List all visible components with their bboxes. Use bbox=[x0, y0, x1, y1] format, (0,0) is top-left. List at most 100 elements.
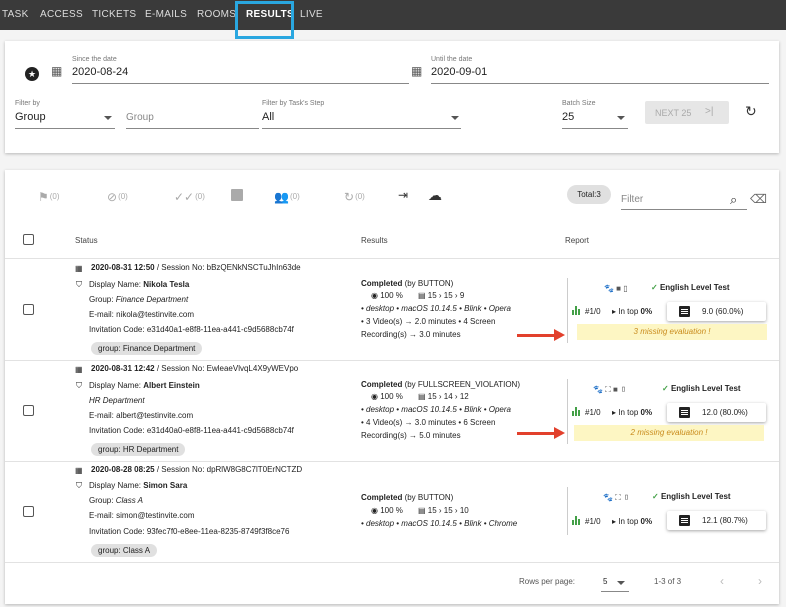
score-button[interactable]: 12.1 (80.7%) bbox=[667, 511, 766, 530]
refresh-icon[interactable]: ↻ bbox=[745, 104, 757, 118]
score-button[interactable]: 9.0 (60.0%) bbox=[667, 302, 766, 321]
flag-filter-button[interactable]: ⚑(0) bbox=[38, 190, 60, 204]
batch-size-select[interactable]: 25 bbox=[562, 111, 574, 123]
completion-status: Completed bbox=[361, 493, 403, 502]
browser-name: Opera bbox=[488, 405, 511, 414]
steps-total: 15 bbox=[427, 506, 437, 515]
chevron-down-icon[interactable] bbox=[617, 581, 625, 585]
row-checkbox[interactable] bbox=[23, 304, 34, 315]
select-all-checkbox[interactable] bbox=[23, 234, 34, 245]
since-date-label: Since the date bbox=[72, 56, 117, 63]
step-filter-underline bbox=[262, 128, 461, 129]
rows-per-page-select[interactable]: 5 bbox=[603, 577, 607, 586]
active-tab-highlight bbox=[235, 1, 294, 39]
pagination-range: 1-3 of 3 bbox=[654, 577, 682, 586]
filter-by-select[interactable]: Group bbox=[15, 111, 46, 123]
proctoring-icons: 🐾 ■ ▯ bbox=[604, 284, 628, 293]
session-number: / Session No: dpRlW8G8C7lT0ErNCTZD bbox=[154, 465, 303, 474]
filter-card bbox=[5, 41, 779, 153]
chevron-left-icon[interactable]: ‹ bbox=[720, 574, 724, 588]
blocked-count: (0) bbox=[118, 192, 128, 202]
group-chip[interactable]: group: HR Department bbox=[91, 443, 186, 456]
session-datetime: 2020-08-31 12:42 bbox=[91, 364, 155, 373]
step-filter-select[interactable]: All bbox=[262, 111, 274, 123]
tab-task[interactable]: TASK bbox=[2, 9, 29, 20]
display-name-label: Display Name: bbox=[89, 280, 144, 289]
skip-next-icon: >| bbox=[705, 106, 714, 117]
search-icon[interactable]: ⌕ bbox=[730, 193, 737, 206]
recording-info: Recording(s) → 3.0 minutes bbox=[361, 330, 461, 339]
completion-percent: 100 % bbox=[380, 506, 403, 515]
browser-engine: • Blink • bbox=[456, 304, 489, 313]
group-input[interactable]: Group bbox=[126, 112, 154, 123]
evaluated-count: (0) bbox=[195, 192, 205, 202]
group-count: (0) bbox=[289, 192, 300, 202]
download-button[interactable]: ☁ bbox=[428, 187, 443, 204]
completion-percent: 100 % bbox=[380, 392, 403, 401]
calendar-icon[interactable]: ▦ bbox=[51, 65, 62, 77]
evaluated-filter-button[interactable]: ✓✓(0) bbox=[174, 190, 205, 204]
in-top-label: In top bbox=[618, 408, 641, 417]
in-top-value: 0% bbox=[640, 408, 653, 417]
device-type: • desktop • bbox=[361, 405, 402, 414]
next-batch-button[interactable]: NEXT 25 >| bbox=[645, 101, 729, 124]
display-name-label: Display Name: bbox=[89, 481, 144, 490]
score-sheet-icon bbox=[679, 515, 690, 526]
score-sheet-icon bbox=[679, 407, 690, 418]
tab-rooms[interactable]: ROOMS bbox=[197, 9, 236, 20]
score-sheet-icon bbox=[679, 306, 690, 317]
row-checkbox[interactable] bbox=[23, 506, 34, 517]
group-filter-button[interactable]: 👥(0) bbox=[274, 190, 300, 204]
group-chip[interactable]: group: Finance Department bbox=[91, 342, 203, 355]
steps-seen: 15 bbox=[443, 506, 453, 515]
score-value: 12.1 (80.7%) bbox=[702, 516, 748, 525]
report-divider bbox=[567, 278, 568, 343]
table-filter-underline bbox=[621, 209, 747, 210]
score-button[interactable]: 12.0 (80.0%) bbox=[667, 403, 766, 422]
browser-name: Opera bbox=[488, 304, 511, 313]
group-label: Group: bbox=[89, 496, 116, 505]
device-type: • desktop • bbox=[361, 519, 402, 528]
blocked-filter-button[interactable]: ⊘(0) bbox=[107, 190, 128, 204]
until-date-input[interactable]: 2020-09-01 bbox=[431, 66, 487, 78]
row-checkbox[interactable] bbox=[23, 405, 34, 416]
export-button[interactable]: ⇥ bbox=[398, 188, 409, 202]
retry-filter-button[interactable]: ↻(0) bbox=[344, 190, 365, 204]
eraser-icon[interactable]: ⌫ bbox=[750, 193, 767, 205]
until-date-label: Until the date bbox=[431, 56, 473, 63]
completion-reason: (by BUTTON) bbox=[402, 279, 454, 288]
tab-emails[interactable]: E-MAILS bbox=[145, 9, 187, 20]
group-chip[interactable]: group: Class A bbox=[91, 544, 158, 557]
verified-shield-icon: ⛉ bbox=[76, 381, 82, 390]
eye-icon: ◉ bbox=[371, 506, 381, 515]
chevron-right-icon[interactable]: › bbox=[758, 574, 762, 588]
favorite-star-icon[interactable]: ★ bbox=[25, 67, 39, 81]
since-date-input[interactable]: 2020-08-24 bbox=[72, 66, 128, 78]
calendar-icon: ▦ bbox=[75, 264, 83, 273]
rows-per-page-label: Rows per page: bbox=[519, 577, 576, 586]
group-name: Class A bbox=[115, 496, 143, 505]
video-info: • 3 Video(s) → 2.0 minutes • 4 Screen bbox=[361, 317, 496, 326]
table-filter-input[interactable]: Filter bbox=[621, 194, 643, 205]
chevron-down-icon[interactable] bbox=[104, 116, 112, 120]
group-underline bbox=[126, 128, 259, 129]
tab-live[interactable]: LIVE bbox=[300, 9, 323, 20]
double-check-icon: ✓✓ bbox=[174, 190, 195, 204]
filter-by-underline bbox=[15, 128, 115, 129]
rank: #1/0 bbox=[585, 408, 601, 417]
browser-name: Chrome bbox=[488, 519, 518, 528]
tab-tickets[interactable]: TICKETS bbox=[92, 9, 136, 20]
check-icon: ✓ bbox=[662, 384, 671, 393]
top-tab-bar: TASK ACCESS TICKETS E-MAILS ROOMS RESULT… bbox=[0, 0, 786, 30]
total-badge: Total:3 bbox=[567, 185, 611, 204]
tab-access[interactable]: ACCESS bbox=[40, 9, 83, 20]
calendar-icon[interactable]: ▦ bbox=[411, 65, 422, 77]
calendar-icon: ▦ bbox=[75, 365, 83, 374]
email: E-mail: albert@testinvite.com bbox=[89, 411, 194, 420]
report-filter-button[interactable] bbox=[231, 189, 244, 201]
in-top-label: In top bbox=[618, 307, 641, 316]
chevron-down-icon[interactable] bbox=[451, 116, 459, 120]
chevron-down-icon[interactable] bbox=[617, 116, 625, 120]
score-value: 9.0 (60.0%) bbox=[702, 307, 744, 316]
session-number: / Session No: EwleaeVlvqL4X9yWEVpo bbox=[154, 364, 299, 373]
